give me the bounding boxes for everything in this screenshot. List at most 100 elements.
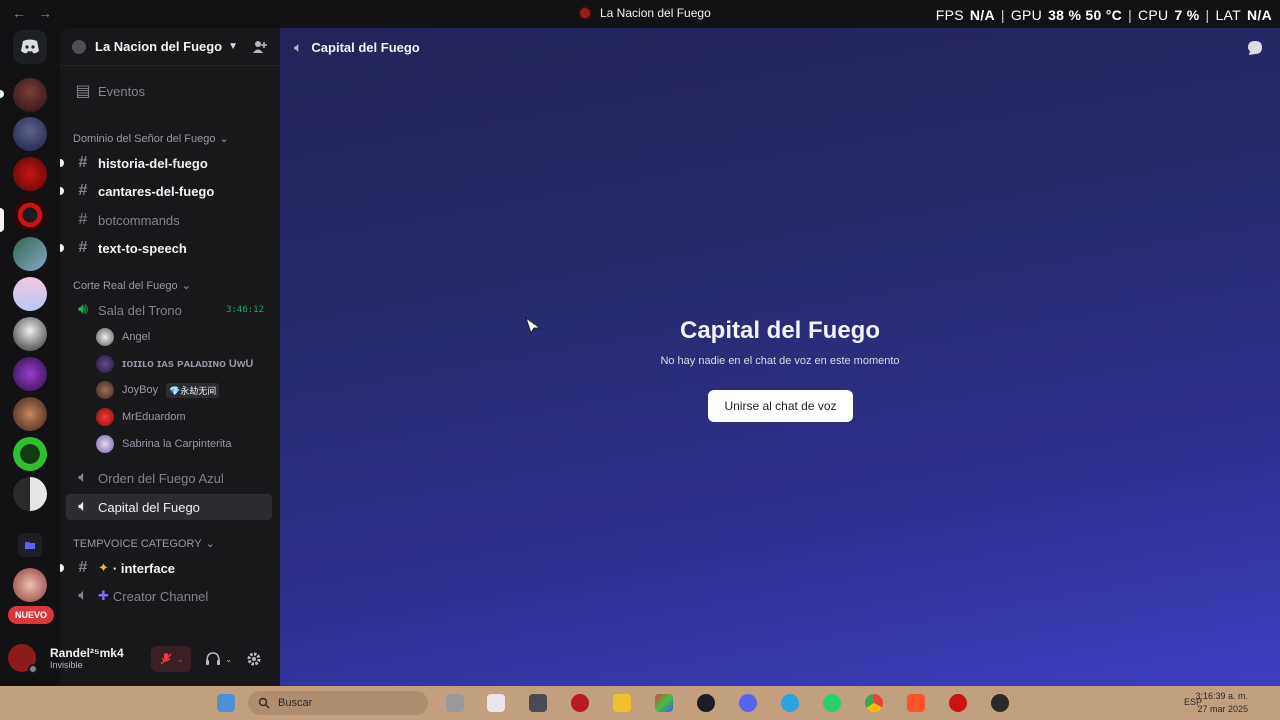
calendar-icon: ▤ [75,83,91,100]
brave-icon[interactable] [907,694,925,712]
channel-cantares-del-fuego[interactable]: # cantares-del-fuego [60,178,272,204]
category-header[interactable]: Corte Real del Fuego ⌄ [73,279,191,293]
sparkles-icon: ✦ [98,560,109,575]
forward-arrow-icon[interactable]: → [38,5,52,21]
voice-user[interactable]: MrEduardom [96,405,186,429]
media-player-icon[interactable] [697,694,715,712]
gpu-value: 38 % 50 °C [1048,7,1123,23]
hashtag-icon: # [78,182,88,199]
events-label: Eventos [98,83,145,99]
chevron-down-icon[interactable]: ⌄ [225,655,232,664]
unread-indicator [60,159,64,167]
avatar[interactable] [8,644,38,674]
chevron-down-icon[interactable]: ⌄ [177,655,184,664]
events-item[interactable]: ▤ Eventos [66,78,272,104]
channel-botcommands[interactable]: # botcommands [66,207,272,233]
chevron-down-icon: ▼ [228,41,239,52]
clock[interactable]: 3:16:39 a. m. 27 mar 2025 [1195,690,1248,716]
channel-name: historia-del-fuego [98,155,208,171]
voice-user-name: MrEduardom [122,411,186,423]
speaker-icon: 🔊︎ [77,301,89,318]
taskbar-search[interactable]: Buscar [248,691,428,715]
category-header[interactable]: Dominio del Señor del Fuego ⌄ [73,132,229,146]
channel-interface[interactable]: # ✦ · interface [60,555,272,581]
avatar [96,408,114,426]
deafen-button[interactable]: ⌄ [205,652,232,666]
discord-icon[interactable] [739,694,757,712]
chrome-icon[interactable] [865,694,883,712]
server-icon[interactable] [13,437,47,471]
server-icon-selected[interactable] [13,198,47,232]
server-icon[interactable] [13,568,47,602]
unread-indicator [60,244,64,252]
voice-user[interactable]: Angel [96,325,150,349]
app-icon[interactable] [655,694,673,712]
server-icon[interactable] [13,237,47,271]
lat-value: N/A [1246,7,1272,23]
app-icon[interactable] [949,694,967,712]
selected-pill [0,208,4,232]
speaker-icon: 🔈︎ [78,587,88,604]
channel-historia-del-fuego[interactable]: # historia-del-fuego [60,150,272,176]
join-voice-button[interactable]: Unirse al chat de voz [708,390,853,422]
voice-user[interactable]: Sabrina la Carpinterita [96,432,231,456]
server-icon[interactable] [13,78,47,112]
obs-icon[interactable] [991,694,1009,712]
windows-taskbar: Buscar ESP 3:16:39 a. m. 27 mar 2025 [0,686,1280,720]
server-icon[interactable] [13,397,47,431]
server-icon[interactable] [13,477,47,511]
chevron-down-icon: ⌄ [219,133,229,145]
separator: | [1128,7,1132,23]
channel-title: Capital del Fuego [679,317,880,344]
server-icon[interactable] [13,317,47,351]
chat-bubble-icon[interactable] [1246,39,1264,57]
voice-timer: 3:46:12 [226,305,264,315]
app-icon[interactable] [571,694,589,712]
server-icon[interactable] [13,157,47,191]
task-view-icon[interactable] [446,694,464,712]
speaker-icon: 🔈︎ [294,38,303,55]
category-name: TEMPVOICE CATEGORY [73,537,202,550]
chevron-down-icon: ⌄ [181,280,191,292]
voice-channel-sala-del-trono[interactable]: 🔊︎ Sala del Trono 3:46:12 [66,297,272,323]
start-button-icon[interactable] [217,694,235,712]
voice-user[interactable]: ɪᴏɪɪʟᴏ ɪᴀs ᴘᴀʟᴀᴅɪɴᴏ UwU [96,352,253,376]
unread-pill [0,90,4,98]
category-header[interactable]: TEMPVOICE CATEGORY ⌄ [73,537,215,551]
invite-user-icon[interactable] [252,39,268,55]
discord-home-icon[interactable] [13,30,47,64]
server-header[interactable]: La Nacion del Fuego ▼ [60,28,280,66]
server-icon[interactable] [13,277,47,311]
voice-channel-capital-del-fuego[interactable]: 🔈︎ Capital del Fuego [66,494,272,520]
voice-user-name: Angel [122,331,151,343]
folder-icon[interactable] [18,533,42,557]
app-icon[interactable] [529,694,547,712]
avatar [96,328,114,346]
plus-icon: ✚ [98,588,109,603]
server-icon[interactable] [13,117,47,151]
back-arrow-icon[interactable]: ← [12,5,26,21]
unread-indicator [60,564,64,572]
hashtag-icon: # [78,239,88,256]
username: Randel²⁵mk4 [50,646,124,660]
clock-time: 3:16:39 a. m. [1195,691,1248,701]
telegram-icon[interactable] [781,694,799,712]
file-explorer-icon[interactable] [613,694,631,712]
category-name: Corte Real del Fuego [73,279,178,292]
voice-user[interactable]: JoyBoy 💎永劫无间 [96,378,220,402]
gear-icon[interactable] [246,651,262,667]
voice-channel-creator[interactable]: 🔈︎ ✚ Creator Channel [66,583,272,609]
server-badge-icon [72,39,86,54]
unread-indicator [60,187,64,195]
microsoft-store-icon[interactable] [487,694,505,712]
channel-name: · interface [112,560,176,576]
user-panel[interactable]: Randel²⁵mk4 Invisible ⌄ ⌄ [8,636,270,680]
gpu-label: GPU [1010,7,1043,23]
empty-voice-message: No hay nadie en el chat de voz en este m… [660,355,900,367]
channel-text-to-speech[interactable]: # text-to-speech [60,235,272,261]
server-icon[interactable] [13,357,47,391]
voice-channel-orden-del-fuego-azul[interactable]: 🔈︎ Orden del Fuego Azul [66,465,272,491]
mute-button[interactable]: ⌄ [151,646,192,672]
voice-channel-view: 🔈︎ Capital del Fuego Capital del Fuego N… [280,28,1280,686]
whatsapp-icon[interactable] [823,694,841,712]
